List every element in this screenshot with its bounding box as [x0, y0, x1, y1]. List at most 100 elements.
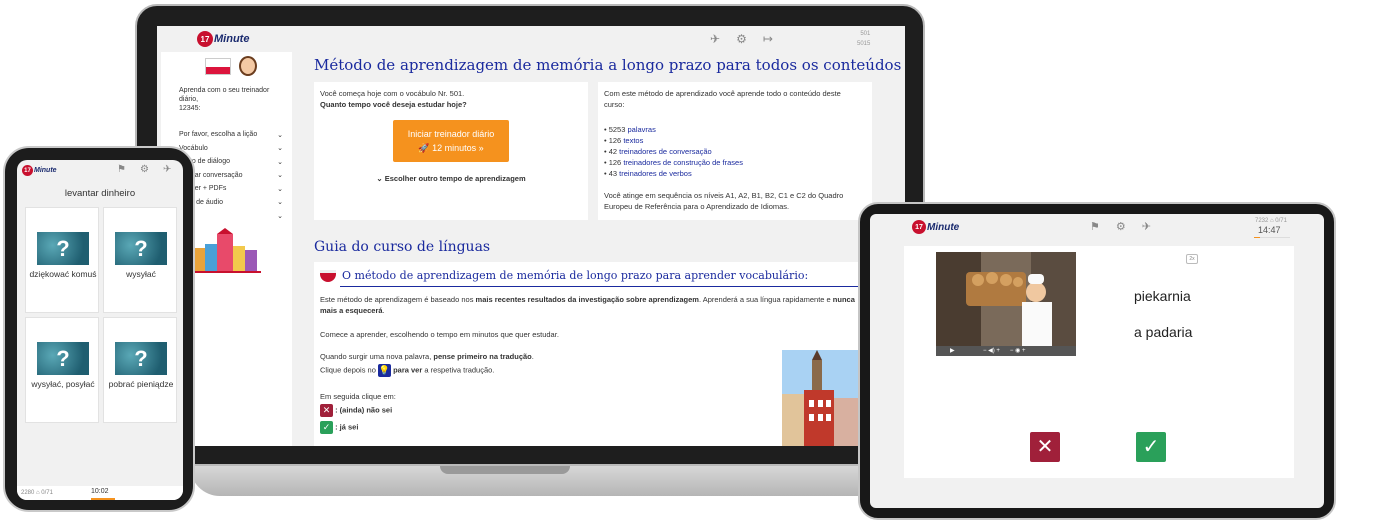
close-icon: ✕ — [1036, 436, 1054, 458]
bakery-video[interactable] — [936, 252, 1076, 356]
phone-screen: 17 Minute ⚑ ⚙ ✈ levantar dinheiro ? dzię… — [17, 160, 183, 500]
gear-icon[interactable]: ⚙ — [140, 164, 149, 175]
phone-stats: 2280 ⌂ 0/71 — [21, 490, 53, 496]
know-button[interactable]: ✓ — [1136, 432, 1166, 462]
trainer-code: 12345: — [179, 105, 201, 112]
sidebar-trainer[interactable]: Aprenda com o seu treinador diário, 1234… — [167, 86, 285, 113]
answer-label: dziękować komuś — [29, 269, 97, 279]
vocab-start-line: Você começa hoje com o vocábulo Nr. 501. — [320, 89, 465, 98]
stage: 17 Minute ✈ ⚙ ↦ 501 5015 Aprenda com o s… — [0, 0, 1400, 532]
guide-paragraph-5: Em seguida clique em: — [320, 392, 396, 401]
flashcard: ▶ − ◀) + − ◉ + 2x piekarnia a padaria ✕ … — [904, 246, 1294, 478]
chevron-down-icon: ⌄ — [277, 185, 283, 193]
list-item[interactable]: • 43 treinadores de verbos — [604, 168, 862, 179]
daily-trainer-card: Você começa hoje com o vocábulo Nr. 501.… — [314, 82, 588, 220]
start-button-label: Iniciar treinador diário — [407, 129, 495, 139]
polish-word: piekarnia — [1134, 288, 1191, 304]
speed-button[interactable]: 2x — [1186, 254, 1198, 264]
sidebar-item-label: Por favor, escolha a lição — [179, 131, 258, 139]
answer-label: pobrać pieniądze — [108, 379, 174, 389]
list-item[interactable]: • 5253 palavras — [604, 124, 862, 135]
divider — [340, 286, 870, 287]
list-item[interactable]: • 42 treinadores de conversação — [604, 146, 862, 157]
guide-paragraph-4: Clique depois no 💡 para ver a respetiva … — [320, 364, 495, 377]
logo-word: Minute — [34, 167, 57, 174]
course-content-card: Com este método de aprendizado você apre… — [598, 82, 872, 220]
list-item[interactable]: • 126 textos — [604, 135, 862, 146]
stat-words: 5015 — [857, 41, 871, 47]
no-sound-icon[interactable]: ✈ — [710, 32, 720, 46]
prompt-word: levantar dinheiro — [64, 188, 136, 199]
phone-timer: 10:02 — [91, 488, 109, 495]
guide-heading: O método de aprendizagem de memória de l… — [342, 269, 809, 282]
start-button-minutes: 12 minutos — [432, 143, 477, 153]
dont-know-row: ✕ : (ainda) não sei — [320, 404, 392, 417]
check-icon: ✓ — [320, 421, 333, 434]
question-mark-icon: ? — [115, 232, 167, 265]
logo-badge: 17 — [912, 220, 926, 234]
other-time-link[interactable]: ⌄ Escolher outro tempo de aprendizagem — [314, 174, 588, 183]
logout-icon[interactable]: ↦ — [763, 32, 773, 46]
app-logo[interactable]: 17 Minute — [197, 31, 249, 47]
trainer-avatar[interactable] — [239, 56, 257, 76]
chevron-down-icon: ⌄ — [277, 131, 283, 139]
town-photo — [782, 350, 862, 446]
phone-frame: 17 Minute ⚑ ⚙ ✈ levantar dinheiro ? dzię… — [3, 146, 195, 512]
gear-icon[interactable]: ⚙ — [736, 32, 747, 46]
guide-title: Guia do curso de línguas — [314, 239, 491, 255]
answer-tile[interactable]: ? wysyłać — [103, 207, 177, 313]
trainer-icon[interactable]: ⚑ — [1090, 220, 1100, 233]
video-controls[interactable]: ▶ − ◀) + − ◉ + — [936, 346, 1076, 356]
content-list: • 5253 palavras • 126 textos • 42 treina… — [604, 124, 862, 179]
guide-paragraph-3: Quando surgir uma nova palavra, pense pr… — [320, 352, 534, 361]
answer-tile[interactable]: ? wysyłać, posyłać — [25, 317, 99, 423]
gear-icon[interactable]: ⚙ — [1116, 220, 1126, 233]
timer-track — [1254, 237, 1290, 238]
chevron-down-icon: ⌄ — [277, 172, 283, 180]
check-icon: ✓ — [1142, 436, 1160, 458]
stat-lessons: 501 — [860, 31, 871, 37]
guide-paragraph-2: Comece a aprender, escolhendo o tempo em… — [320, 330, 559, 339]
logo-badge: 17 — [197, 31, 213, 47]
question-mark-icon: ? — [115, 342, 167, 375]
tablet-toolbar: ⚑ ⚙ ✈ — [1090, 220, 1151, 233]
app-logo[interactable]: 17 Minute — [912, 220, 959, 234]
guide-paragraph-1: Este método de aprendizagem é baseado no… — [320, 295, 855, 315]
logo-word: Minute — [927, 221, 960, 233]
phone-status-bar: 2280 ⌂ 0/71 10:02 — [17, 486, 183, 500]
answer-tile[interactable]: ? dziękować komuś — [25, 207, 99, 313]
sidebar-item-lesson[interactable]: Por favor, escolha a lição ⌄ — [167, 128, 283, 142]
chevron-right-icon: » — [476, 143, 484, 153]
chevron-down-icon: ⌄ — [277, 145, 283, 153]
no-sound-icon[interactable]: ✈ — [1142, 220, 1151, 233]
town-illustration — [191, 228, 261, 273]
lightbulb-icon: 💡 — [377, 364, 391, 377]
question-mark-icon: ? — [37, 232, 89, 265]
tablet-frame: 17 Minute ⚑ ⚙ ✈ 7232 ⌂ 0/71 14:47 ▶ − ◀)… — [858, 202, 1336, 520]
laptop-stats: 501 5015 — [857, 29, 870, 49]
app-logo[interactable]: 17 Minute — [22, 165, 57, 176]
guide-card: O método de aprendizagem de memória de l… — [314, 262, 902, 446]
no-sound-icon[interactable]: ✈ — [163, 164, 171, 175]
question-mark-icon: ? — [37, 342, 89, 375]
start-trainer-button[interactable]: Iniciar treinador diário 🚀 12 minutos » — [393, 120, 509, 162]
trainer-icon[interactable]: ⚑ — [117, 164, 126, 175]
laptop-main: Método de aprendizagem de memória a long… — [302, 52, 905, 446]
course-intro: Com este método de aprendizado você apre… — [604, 89, 841, 109]
phone-toolbar: ⚑ ⚙ ✈ — [117, 164, 171, 175]
laptop-toolbar: ✈ ⚙ ↦ — [710, 32, 773, 46]
list-item[interactable]: • 126 treinadores de construção de frase… — [604, 157, 862, 168]
chevron-down-icon: ⌄ — [277, 199, 283, 207]
cefr-levels: Você atinge em sequência os níveis A1, A… — [604, 191, 844, 211]
polish-flag-icon[interactable] — [205, 58, 231, 75]
other-time-label: Escolher outro tempo de aprendizagem — [384, 174, 526, 183]
answer-tile[interactable]: ? pobrać pieniądze — [103, 317, 177, 423]
laptop-screen: 17 Minute ✈ ⚙ ↦ 501 5015 Aprenda com o s… — [157, 26, 905, 446]
bowl-icon — [320, 270, 336, 282]
tablet-screen: 17 Minute ⚑ ⚙ ✈ 7232 ⌂ 0/71 14:47 ▶ − ◀)… — [870, 214, 1324, 508]
dont-know-button[interactable]: ✕ — [1030, 432, 1060, 462]
chevron-down-icon: ⌄ — [376, 174, 385, 183]
close-icon: ✕ — [320, 404, 333, 417]
laptop-notch — [440, 466, 570, 474]
timer-progress — [91, 498, 115, 500]
